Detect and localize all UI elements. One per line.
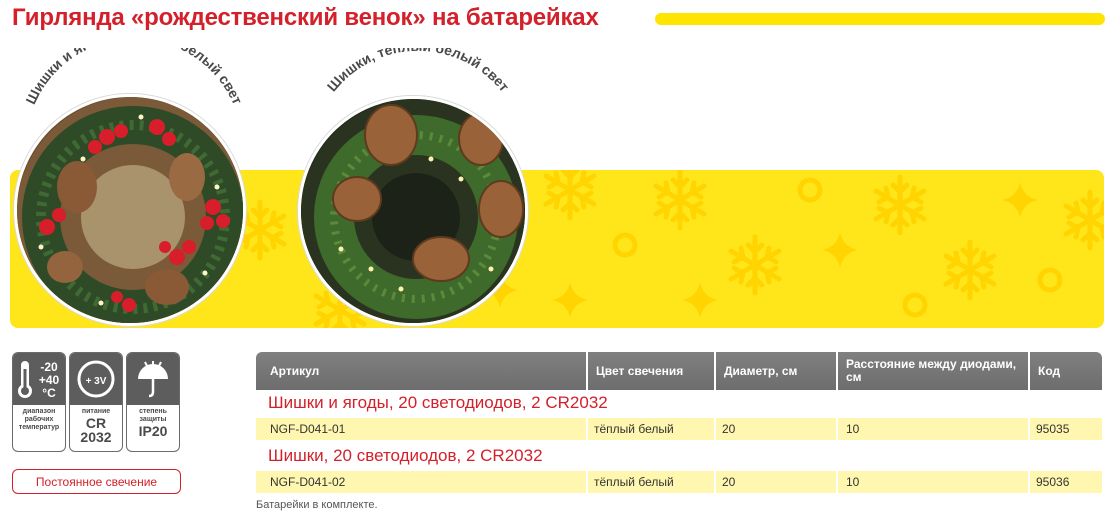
header-color: Цвет свечения bbox=[596, 363, 684, 378]
ip-spec: степень защиты IP20 bbox=[126, 352, 180, 452]
thermometer-icon: -20 +40 °C bbox=[13, 353, 65, 405]
photo2-label: Шишки, тёплый белый свет bbox=[324, 48, 513, 95]
table-header: Артикул Цвет свечения Диаметр, см Рассто… bbox=[256, 352, 1102, 390]
photo1-label: Шишки и ягоды, тёплый белый свет bbox=[22, 48, 245, 107]
cell-code: 95036 bbox=[1036, 475, 1070, 489]
temp-max: +40 bbox=[39, 373, 60, 387]
group-title: Шишки и ягоды, 20 светодиодов, 2 CR2032 bbox=[268, 393, 608, 412]
header-diameter: Диаметр, см bbox=[724, 363, 798, 378]
table-row: NGF-D041-02 тёплый белый 20 10 95036 bbox=[256, 471, 1102, 493]
temperature-spec: -20 +40 °C диапазон рабочих температур bbox=[12, 352, 66, 452]
footnote: Батарейки в комплекте. bbox=[256, 499, 378, 511]
page-title: Гирлянда «рождественский венок» на батар… bbox=[12, 4, 599, 31]
cell-diameter: 20 bbox=[722, 422, 736, 436]
power-value: CR 2032 bbox=[80, 415, 112, 445]
svg-text:Шишки, тёплый белый свет: Шишки, тёплый белый свет bbox=[324, 48, 513, 95]
group-title: Шишки, 20 светодиодов, 2 CR2032 bbox=[268, 446, 543, 465]
cell-color: тёплый белый bbox=[594, 422, 674, 436]
header-distance: Расстояние между диодами, см bbox=[846, 357, 1017, 384]
constant-light-badge: Постоянное свечение bbox=[12, 469, 181, 494]
cell-code: 95035 bbox=[1036, 422, 1070, 436]
photo1-curved-label: Шишки и ягоды, тёплый белый свет bbox=[22, 48, 245, 107]
cell-diameter: 20 bbox=[722, 475, 736, 489]
cell-distance: 10 bbox=[846, 475, 860, 489]
umbrella-icon bbox=[127, 353, 179, 405]
title-decor-bar bbox=[655, 13, 1105, 25]
header-article: Артикул bbox=[270, 363, 320, 378]
cell-article: NGF-D041-01 bbox=[270, 422, 346, 436]
svg-text:Шишки и ягоды, тёплый белый св: Шишки и ягоды, тёплый белый свет bbox=[22, 48, 245, 107]
cell-color: тёплый белый bbox=[594, 475, 674, 489]
photo2-curved-label: Шишки, тёплый белый свет bbox=[324, 48, 513, 95]
temp-min: -20 bbox=[40, 360, 58, 374]
power-spec: + 3V питание CR 2032 bbox=[69, 352, 123, 452]
cell-article: NGF-D041-02 bbox=[270, 475, 346, 489]
cell-distance: 10 bbox=[846, 422, 860, 436]
temp-unit: °C bbox=[42, 386, 56, 400]
temp-caption: диапазон рабочих температур bbox=[18, 408, 60, 431]
header-code: Код bbox=[1038, 363, 1061, 378]
ip-value: IP20 bbox=[138, 423, 168, 439]
table-row: NGF-D041-01 тёплый белый 20 10 95035 bbox=[256, 418, 1102, 440]
ip-caption: степень защиты bbox=[139, 408, 167, 423]
voltage-label: + 3V bbox=[86, 376, 107, 387]
battery-icon: + 3V bbox=[70, 353, 122, 405]
